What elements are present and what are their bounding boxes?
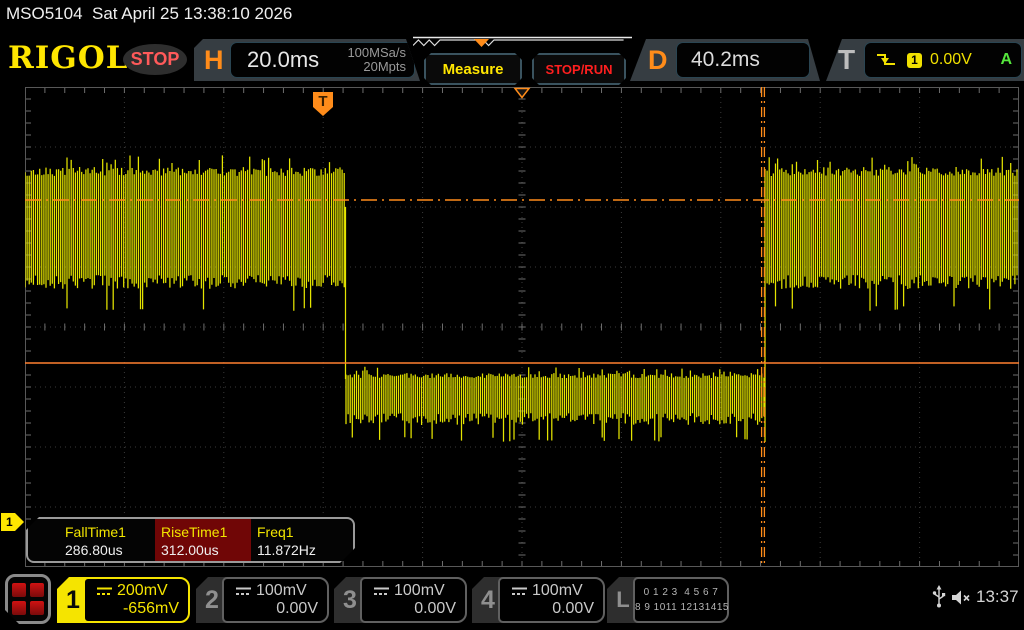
- trigger-sweep-mode: A: [1000, 51, 1021, 69]
- falling-edge-icon: [875, 52, 897, 68]
- channel-4-readout: 100mV 0.00V: [498, 577, 605, 623]
- channel-3-block[interactable]: 3 100mV 0.00V: [334, 577, 467, 623]
- svg-text:T: T: [318, 93, 327, 110]
- horizontal-label: H: [204, 39, 224, 81]
- measurement-name: FallTime1: [65, 523, 155, 541]
- delay-label: D: [648, 39, 668, 81]
- logic-row2: 8 9 1011 12131415: [635, 600, 727, 615]
- logic-channels-block[interactable]: L 0 1 2 3 4 5 6 78 9 1011 12131415: [607, 577, 729, 623]
- zigzag-pattern: [413, 40, 624, 46]
- dc-coupling-icon: [512, 587, 527, 596]
- channel-4-offset: 0.00V: [552, 600, 594, 618]
- measurement-item-falltime[interactable]: FallTime1 286.80us: [59, 519, 155, 561]
- channel-3-scale: 100mV: [394, 582, 445, 600]
- dc-coupling-icon: [236, 587, 251, 596]
- trigger-level-value: 0.00V: [930, 51, 972, 69]
- measurement-value: 11.872Hz: [257, 541, 347, 560]
- run-state-badge[interactable]: STOP: [123, 44, 187, 75]
- measurement-panel[interactable]: FallTime1 286.80us RiseTime1 312.00us Fr…: [26, 517, 355, 563]
- horizontal-readout: 20.0ms 100MSa/s 20Mpts: [230, 42, 415, 78]
- measurement-name: Freq1: [257, 523, 347, 541]
- measurement-value: 286.80us: [65, 541, 155, 560]
- channel-1-block[interactable]: 1 200mV -656mV: [57, 577, 190, 623]
- horizontal-position-indicator[interactable]: [413, 36, 632, 51]
- usb-icon: [931, 585, 947, 609]
- channel-2-readout: 100mV 0.00V: [222, 577, 329, 623]
- channel-4-scale: 100mV: [532, 582, 583, 600]
- sample-rate: 100MSa/s: [347, 45, 406, 60]
- channel-2-offset: 0.00V: [276, 600, 318, 618]
- logic-row1: 0 1 2 3 4 5 6 7: [635, 585, 727, 600]
- dc-coupling-icon: [97, 587, 112, 596]
- channel-1-offset: -656mV: [123, 600, 179, 618]
- channel-3-readout: 100mV 0.00V: [360, 577, 467, 623]
- waveform-display[interactable]: T: [25, 87, 1019, 567]
- model-datetime-text: MSO5104 Sat April 25 13:38:10 2026: [6, 4, 292, 24]
- channel-1-readout: 200mV -656mV: [83, 577, 190, 623]
- trigger-label: T: [838, 39, 855, 81]
- channel-3-offset: 0.00V: [414, 600, 456, 618]
- sample-rate-block: 100MSa/s 20Mpts: [347, 46, 414, 74]
- memory-depth: 20Mpts: [363, 59, 406, 74]
- channel-4-block[interactable]: 4 100mV 0.00V: [472, 577, 605, 623]
- stop-run-button[interactable]: STOP/RUN: [532, 53, 626, 85]
- rigol-logo: RIGOL: [8, 40, 129, 76]
- logic-readout: 0 1 2 3 4 5 6 78 9 1011 12131415: [633, 577, 729, 623]
- dc-coupling-icon: [374, 587, 389, 596]
- trigger-readout: 1 0.00V A: [864, 42, 1022, 78]
- timebase-value: 20.0ms: [247, 47, 319, 73]
- trigger-source-badge: 1: [907, 53, 922, 68]
- speaker-muted-icon[interactable]: [950, 589, 974, 606]
- channel-2-block[interactable]: 2 100mV 0.00V: [196, 577, 329, 623]
- menu-grid-icon: [12, 583, 44, 615]
- measurement-item-freq[interactable]: Freq1 11.872Hz: [251, 519, 347, 561]
- menu-button[interactable]: [5, 574, 51, 624]
- clock-text: 13:37: [976, 587, 1019, 607]
- delay-panel[interactable]: D 40.2ms: [630, 39, 820, 81]
- delay-readout: 40.2ms: [676, 42, 810, 78]
- channel-2-scale: 100mV: [256, 582, 307, 600]
- horizontal-panel[interactable]: H 20.0ms 100MSa/s 20Mpts: [194, 39, 420, 81]
- channel-1-scale: 200mV: [117, 582, 168, 600]
- measurement-value: 312.00us: [161, 541, 251, 560]
- ch1-ground-marker[interactable]: 1: [1, 513, 24, 531]
- trigger-panel[interactable]: T 1 0.00V A: [826, 39, 1024, 81]
- delay-value: 40.2ms: [691, 48, 760, 72]
- measurement-item-risetime[interactable]: RiseTime1 312.00us: [155, 519, 251, 561]
- measure-button[interactable]: Measure: [424, 53, 522, 85]
- measurement-name: RiseTime1: [161, 523, 251, 541]
- oscilloscope-screen: { "titlebar": { "model_and_datetime": "M…: [0, 0, 1024, 630]
